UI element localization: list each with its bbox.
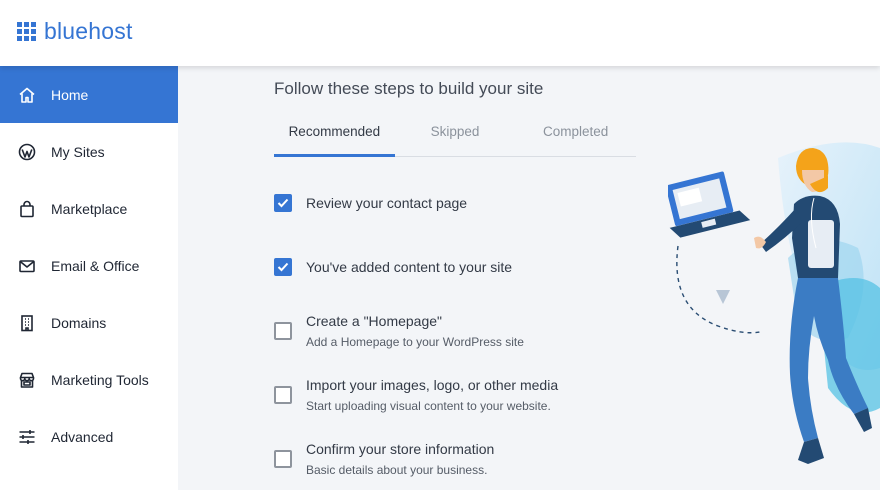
task-title: Import your images, logo, or other media — [306, 377, 559, 393]
page-heading: Follow these steps to build your site — [274, 79, 544, 98]
shopping-bag-icon — [18, 200, 36, 218]
task-item[interactable]: Review your contact page — [274, 194, 467, 212]
task-item[interactable]: You've added content to your site — [274, 258, 512, 276]
sidebar-item-my-sites[interactable]: My Sites — [0, 123, 178, 180]
top-bar: bluehost — [0, 0, 880, 66]
sidebar-item-email-office[interactable]: Email & Office — [0, 237, 178, 294]
task-item[interactable]: Create a "Homepage" Add a Homepage to yo… — [274, 312, 524, 349]
sidebar-item-label: Domains — [51, 314, 107, 331]
main-content: Follow these steps to build your site Re… — [178, 66, 880, 490]
task-checkbox[interactable] — [274, 258, 292, 276]
sidebar-nav: Home My Sites Marketplace Email & Office… — [0, 66, 178, 490]
bluehost-logo[interactable]: bluehost — [17, 19, 133, 43]
task-description: Start uploading visual content to your w… — [306, 399, 551, 413]
building-icon — [18, 314, 36, 332]
task-checkbox[interactable] — [274, 322, 292, 340]
task-title: Create a "Homepage" — [306, 313, 443, 329]
sidebar-item-home[interactable]: Home — [0, 66, 178, 123]
logo-text: bluehost — [44, 18, 133, 44]
tab-bar: Recommended Skipped Completed — [274, 122, 636, 157]
tab-skipped[interactable]: Skipped — [395, 122, 516, 156]
checkmark-icon — [277, 198, 289, 208]
sidebar-item-marketing-tools[interactable]: Marketing Tools — [0, 351, 178, 408]
envelope-icon — [18, 257, 36, 275]
sidebar-item-domains[interactable]: Domains — [0, 294, 178, 351]
task-title: Confirm your store information — [306, 441, 495, 457]
task-description: Basic details about your business. — [306, 463, 488, 477]
sidebar-item-label: Marketplace — [51, 200, 128, 217]
tab-completed[interactable]: Completed — [515, 122, 636, 156]
logo-grid-icon — [17, 21, 36, 41]
sidebar-item-label: Marketing Tools — [51, 371, 149, 388]
task-checkbox[interactable] — [274, 386, 292, 404]
sidebar-item-label: Email & Office — [51, 257, 140, 274]
task-item[interactable]: Confirm your store information Basic det… — [274, 440, 494, 477]
storefront-icon — [18, 371, 36, 389]
task-checkbox[interactable] — [274, 450, 292, 468]
sidebar-item-advanced[interactable]: Advanced — [0, 408, 178, 465]
sidebar-item-marketplace[interactable]: Marketplace — [0, 180, 178, 237]
person-with-laptop-illustration — [668, 142, 880, 464]
sliders-icon — [18, 428, 36, 446]
checkmark-icon — [277, 262, 289, 272]
sidebar-item-label: Home — [51, 86, 89, 103]
task-item[interactable]: Import your images, logo, or other media… — [274, 376, 558, 413]
tab-recommended[interactable]: Recommended — [274, 122, 395, 157]
task-title: Review your contact page — [306, 195, 468, 211]
task-checkbox[interactable] — [274, 194, 292, 212]
sidebar-item-label: Advanced — [51, 428, 114, 445]
task-title: You've added content to your site — [306, 259, 513, 275]
home-icon — [18, 86, 36, 104]
sidebar-item-label: My Sites — [51, 143, 105, 160]
wordpress-icon — [18, 143, 36, 161]
task-description: Add a Homepage to your WordPress site — [306, 335, 524, 349]
